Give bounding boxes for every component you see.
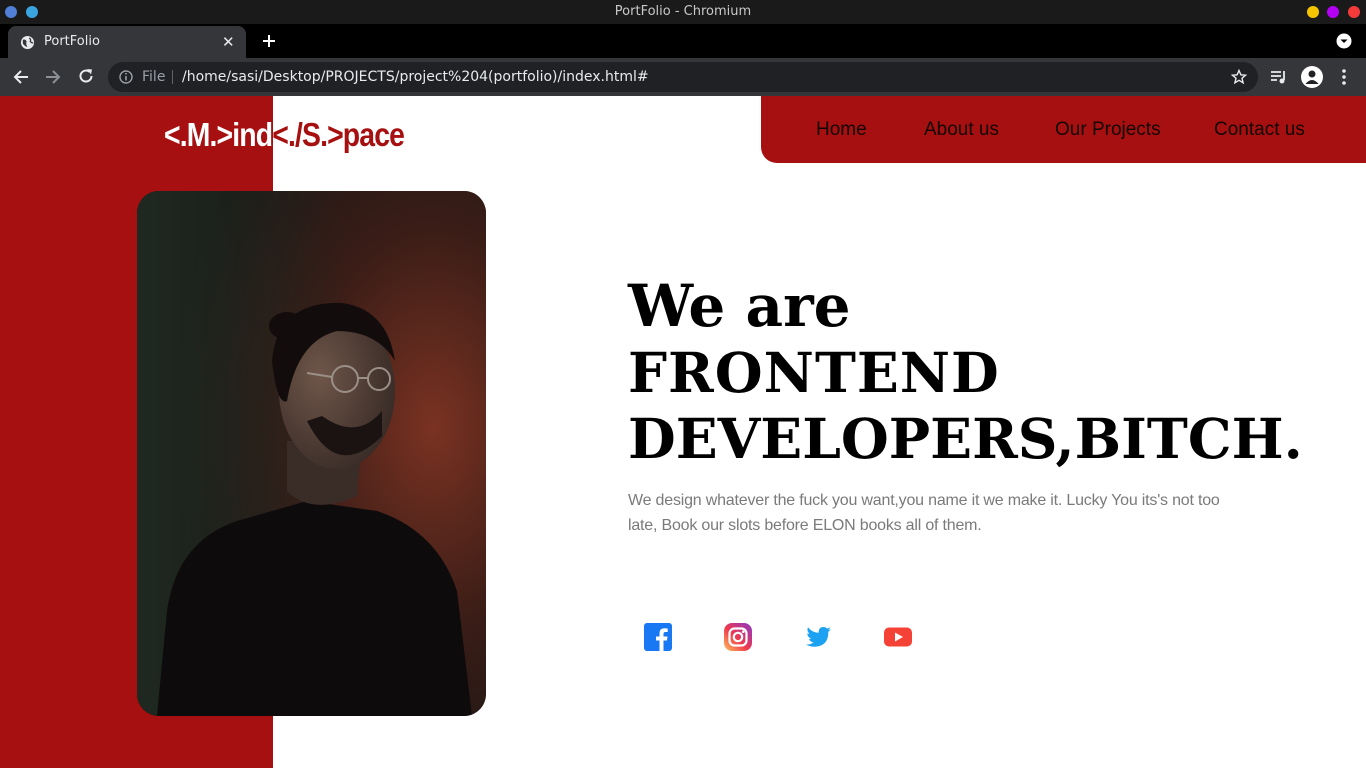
person-icon <box>1305 70 1319 84</box>
media-queue-icon[interactable] <box>1270 69 1287 85</box>
youtube-icon[interactable] <box>883 622 913 652</box>
info-icon[interactable] <box>119 70 133 84</box>
portrait-illustration <box>137 191 486 716</box>
maximize-button[interactable] <box>1327 6 1339 18</box>
site-logo[interactable]: <.M.>ind<./S.>pace <box>164 116 405 154</box>
hero-description: We design whatever the fuck you want,you… <box>628 492 1220 534</box>
window-title: PortFolio - Chromium <box>614 4 752 19</box>
omnibox-separator <box>172 70 173 84</box>
nav-link-about-us[interactable]: About us <box>924 96 999 163</box>
nav-link-our-projects[interactable]: Our Projects <box>1055 96 1161 163</box>
forward-icon[interactable] <box>44 68 62 86</box>
minimize-button[interactable] <box>1307 6 1319 18</box>
tab-title: PortFolio <box>44 34 100 49</box>
new-tab-icon[interactable] <box>262 34 276 48</box>
page-viewport: <.M.>ind<./S.>pace Home About us Our Pro… <box>0 96 1366 768</box>
hero-heading-line-2: FRONTEND <box>628 340 1000 405</box>
portrait-photo <box>137 191 486 716</box>
bookmark-star-icon[interactable] <box>1231 69 1247 85</box>
instagram-icon[interactable] <box>723 622 753 652</box>
url-text[interactable]: /home/sasi/Desktop/PROJECTS/project%204(… <box>182 62 649 92</box>
tab-close-icon[interactable]: ✕ <box>222 26 235 58</box>
profile-avatar[interactable] <box>1301 66 1323 88</box>
file-label: File <box>142 69 166 85</box>
reload-icon[interactable] <box>77 67 95 85</box>
back-icon[interactable] <box>12 68 30 86</box>
twitter-icon[interactable] <box>803 622 833 652</box>
address-bar[interactable]: File /home/sasi/Desktop/PROJECTS/project… <box>108 62 1258 92</box>
hero-heading-line-3: DEVELOPERS,BITCH. <box>628 406 1303 471</box>
hero-heading-line-1: We are <box>628 272 851 340</box>
facebook-icon[interactable] <box>643 622 673 652</box>
tab-portfolio[interactable]: PortFolio ✕ <box>8 26 246 58</box>
globe-icon <box>20 35 35 50</box>
browser-toolbar: File /home/sasi/Desktop/PROJECTS/project… <box>0 58 1366 96</box>
logo-text-mind: <.M.>ind <box>164 116 273 153</box>
tab-search-icon[interactable] <box>1336 33 1352 49</box>
tab-strip: PortFolio ✕ <box>0 24 1366 58</box>
nav-link-contact-us[interactable]: Contact us <box>1214 96 1305 163</box>
more-menu-icon[interactable] <box>1339 68 1349 86</box>
window-title-bar: PortFolio - Chromium <box>0 0 1366 24</box>
nav-bar: Home About us Our Projects Contact us <box>761 96 1366 163</box>
logo-text-space: <./S.>pace <box>272 116 405 153</box>
close-window-button[interactable] <box>1348 6 1360 18</box>
nav-link-home[interactable]: Home <box>816 96 867 163</box>
